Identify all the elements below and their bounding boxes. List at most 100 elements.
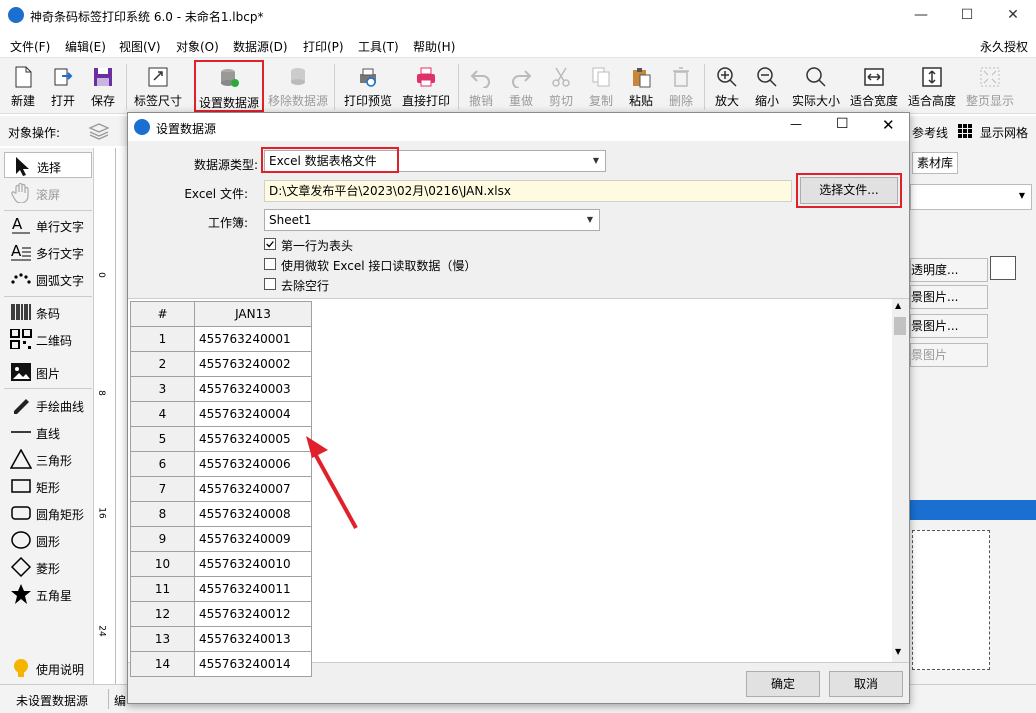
column-header-index[interactable]: # <box>130 301 195 327</box>
guides-toggle[interactable]: 参考线 <box>912 124 948 141</box>
tool-qrcode[interactable]: 二维码 <box>4 326 92 352</box>
jan13-cell[interactable]: 455763240012 <box>194 601 312 627</box>
ms-excel-interface-checkbox[interactable] <box>264 258 276 270</box>
cut-button[interactable]: 剪切 <box>542 58 580 114</box>
row-index-cell[interactable]: 4 <box>130 401 195 427</box>
opacity-button[interactable]: 透明度... <box>910 258 988 282</box>
menu-print[interactable]: 打印(P) <box>303 38 344 55</box>
remove-empty-rows-checkbox[interactable] <box>264 278 276 290</box>
table-row[interactable]: 6 455763240006 <box>130 451 312 477</box>
jan13-cell[interactable]: 455763240001 <box>194 326 312 352</box>
table-row[interactable]: 4 455763240004 <box>130 401 312 427</box>
vertical-scrollbar[interactable]: ▲ ▼ <box>892 299 909 662</box>
tool-triangle[interactable]: 三角形 <box>4 446 92 472</box>
close-button[interactable]: ✕ <box>990 0 1036 32</box>
tool-rectangle[interactable]: 矩形 <box>4 473 92 499</box>
new-button[interactable]: 新建 <box>4 58 42 114</box>
menu-file[interactable]: 文件(F) <box>10 38 50 55</box>
row-index-cell[interactable]: 10 <box>130 551 195 577</box>
dialog-minimize-button[interactable]: — <box>790 117 802 131</box>
row-index-cell[interactable]: 1 <box>130 326 195 352</box>
direct-print-button[interactable]: 直接打印 <box>398 58 454 114</box>
row-index-cell[interactable]: 9 <box>130 526 195 552</box>
print-preview-button[interactable]: 打印预览 <box>340 58 396 114</box>
cancel-button[interactable]: 取消 <box>829 671 903 697</box>
tool-rounded-rect[interactable]: 圆角矩形 <box>4 500 92 526</box>
choose-file-button[interactable]: 选择文件... <box>800 177 898 204</box>
row-index-cell[interactable]: 3 <box>130 376 195 402</box>
table-row[interactable]: 1 455763240001 <box>130 326 312 352</box>
jan13-cell[interactable]: 455763240013 <box>194 626 312 652</box>
tool-select[interactable]: 选择 <box>4 152 92 178</box>
save-button[interactable]: 保存 <box>84 58 122 114</box>
row-index-cell[interactable]: 11 <box>130 576 195 602</box>
jan13-cell[interactable]: 455763240011 <box>194 576 312 602</box>
tool-diamond[interactable]: 菱形 <box>4 554 92 580</box>
menu-help[interactable]: 帮助(H) <box>413 38 455 55</box>
column-header-jan13[interactable]: JAN13 <box>194 301 312 327</box>
table-row[interactable]: 2 455763240002 <box>130 351 312 377</box>
property-combo[interactable]: ▼ <box>910 184 1032 210</box>
tool-star[interactable]: 五角星 <box>4 581 92 607</box>
bg-image-button[interactable]: 景图片 <box>910 343 988 367</box>
table-row[interactable]: 9 455763240009 <box>130 526 312 552</box>
tool-arc-text[interactable]: 圆弧文字 <box>4 266 92 292</box>
material-tab[interactable]: 素材库 <box>912 152 958 174</box>
table-row[interactable]: 11 455763240011 <box>130 576 312 602</box>
bg-image-button[interactable]: 景图片... <box>910 314 988 338</box>
row-index-cell[interactable]: 12 <box>130 601 195 627</box>
menu-tools[interactable]: 工具(T) <box>358 38 399 55</box>
row-index-cell[interactable]: 5 <box>130 426 195 452</box>
table-row[interactable]: 12 455763240012 <box>130 601 312 627</box>
maximize-button[interactable]: ☐ <box>944 0 990 32</box>
redo-button[interactable]: 重做 <box>502 58 540 114</box>
jan13-cell[interactable]: 455763240003 <box>194 376 312 402</box>
fit-height-button[interactable]: 适合高度 <box>904 58 960 114</box>
sheet-select[interactable]: Sheet1 ▼ <box>264 209 600 231</box>
tool-single-text[interactable]: A 单行文字 <box>4 212 92 238</box>
row-index-cell[interactable]: 13 <box>130 626 195 652</box>
dialog-close-button[interactable]: ✕ <box>882 116 895 134</box>
show-grid-toggle[interactable]: 显示网格 <box>980 124 1028 141</box>
scrollbar-thumb[interactable] <box>894 317 906 335</box>
undo-button[interactable]: 撤销 <box>462 58 500 114</box>
menu-edit[interactable]: 编辑(E) <box>65 38 106 55</box>
table-row[interactable]: 10 455763240010 <box>130 551 312 577</box>
tool-barcode[interactable]: 条码 <box>4 299 92 325</box>
jan13-cell[interactable]: 455763240009 <box>194 526 312 552</box>
set-datasource-button[interactable]: 设置数据源 <box>194 60 264 112</box>
jan13-cell[interactable]: 455763240002 <box>194 351 312 377</box>
tool-scroll[interactable]: 滚屏 <box>4 180 92 206</box>
row-index-cell[interactable]: 8 <box>130 501 195 527</box>
row-index-cell[interactable]: 14 <box>130 651 195 677</box>
copy-button[interactable]: 复制 <box>582 58 620 114</box>
ok-button[interactable]: 确定 <box>746 671 820 697</box>
jan13-cell[interactable]: 455763240014 <box>194 651 312 677</box>
menu-view[interactable]: 视图(V) <box>119 38 161 55</box>
jan13-cell[interactable]: 455763240007 <box>194 476 312 502</box>
fit-width-button[interactable]: 适合宽度 <box>846 58 902 114</box>
label-size-button[interactable]: 标签尺寸 <box>130 58 186 114</box>
delete-button[interactable]: 删除 <box>662 58 700 114</box>
bg-image-button[interactable]: 景图片... <box>910 285 988 309</box>
row-index-cell[interactable]: 7 <box>130 476 195 502</box>
table-row[interactable]: 14 455763240014 <box>130 651 312 677</box>
scroll-down-icon[interactable]: ▼ <box>895 647 901 656</box>
paste-button[interactable]: 粘贴 <box>622 58 660 114</box>
table-row[interactable]: 3 455763240003 <box>130 376 312 402</box>
color-swatch[interactable] <box>990 256 1016 280</box>
table-row[interactable]: 5 455763240005 <box>130 426 312 452</box>
remove-datasource-button[interactable]: 移除数据源 <box>266 58 330 114</box>
zoom-in-button[interactable]: 放大 <box>708 58 746 114</box>
open-button[interactable]: 打开 <box>44 58 82 114</box>
table-row[interactable]: 7 455763240007 <box>130 476 312 502</box>
first-row-header-checkbox[interactable] <box>264 238 276 250</box>
tool-freehand[interactable]: 手绘曲线 <box>4 392 92 418</box>
menu-datasource[interactable]: 数据源(D) <box>233 38 288 55</box>
jan13-cell[interactable]: 455763240004 <box>194 401 312 427</box>
excel-file-path[interactable]: D:\文章发布平台\2023\02月\0216\JAN.xlsx <box>264 180 792 202</box>
tool-line[interactable]: 直线 <box>4 419 92 445</box>
tool-circle[interactable]: 圆形 <box>4 527 92 553</box>
data-preview-grid[interactable]: # JAN13 1 455763240001 2 455763240002 3 45576… <box>128 298 909 677</box>
full-page-button[interactable]: 整页显示 <box>962 58 1018 114</box>
